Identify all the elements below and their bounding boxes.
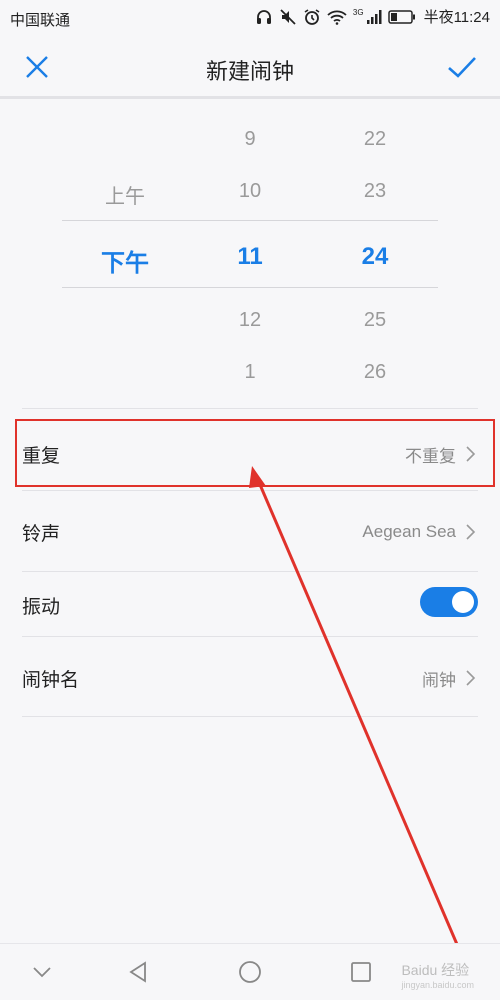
repeat-value: 不重复 — [405, 446, 456, 466]
picker-item[interactable]: 22 — [335, 128, 415, 151]
picker-item-selected[interactable]: 下午 — [85, 243, 165, 278]
picker-item[interactable]: 23 — [335, 180, 415, 203]
chevron-down-icon[interactable] — [28, 958, 56, 986]
vibrate-row: 振动 — [22, 569, 478, 641]
chevron-right-icon — [466, 670, 476, 686]
list-divider — [22, 490, 478, 491]
toggle-knob — [452, 591, 474, 613]
selection-line-bottom — [62, 287, 438, 288]
alarm-name-value: 闹钟 — [422, 670, 456, 690]
picker-item[interactable]: 上午 — [85, 180, 165, 209]
alarm-name-row[interactable]: 闹钟名 闹钟 — [22, 642, 478, 714]
ampm-wheel[interactable]: 上午 下午 — [85, 100, 165, 408]
mute-icon — [280, 8, 296, 25]
headphones-icon — [256, 9, 271, 24]
alarm-name-label: 闹钟名 — [22, 669, 80, 691]
vibrate-label: 振动 — [22, 596, 61, 618]
header-divider — [0, 96, 500, 99]
list-divider — [22, 636, 478, 637]
picker-item[interactable]: 25 — [335, 309, 415, 332]
selection-line-top — [62, 220, 438, 221]
watermark-text: Baidu 经验 — [401, 962, 470, 978]
home-icon[interactable] — [236, 958, 264, 986]
recents-icon[interactable] — [347, 958, 375, 986]
network-type: 3G — [352, 8, 364, 17]
picker-item[interactable]: 9 — [210, 128, 290, 151]
list-divider — [22, 408, 478, 409]
hour-wheel[interactable]: 9 10 11 12 1 — [210, 100, 290, 408]
wifi-icon — [327, 10, 347, 25]
top-bar: 新建闹钟 — [0, 36, 500, 96]
time-picker[interactable]: 上午 下午 9 10 11 12 1 22 23 24 25 26 — [0, 100, 500, 408]
picker-item-selected[interactable]: 24 — [335, 243, 415, 271]
list-divider — [22, 716, 478, 717]
ringtone-label: 铃声 — [22, 523, 61, 545]
status-bar: 中国联通 3G 半夜11:24 — [0, 0, 500, 36]
chevron-right-icon — [466, 524, 476, 540]
picker-item[interactable]: 1 — [210, 361, 290, 384]
picker-item[interactable]: 12 — [210, 309, 290, 332]
vibrate-toggle[interactable] — [420, 587, 478, 617]
watermark-subtext: jingyan.baidu.com — [401, 980, 474, 990]
picker-item[interactable]: 10 — [210, 180, 290, 203]
watermark: Baidu 经验 jingyan.baidu.com — [401, 960, 474, 990]
ringtone-value: Aegean Sea — [362, 522, 456, 541]
repeat-row[interactable]: 重复 不重复 — [22, 418, 478, 490]
chevron-right-icon — [466, 446, 476, 462]
page-title: 新建闹钟 — [205, 59, 294, 84]
picker-item-selected[interactable]: 11 — [210, 243, 290, 271]
alarm-icon — [304, 8, 320, 25]
signal-icon — [366, 9, 382, 24]
back-icon[interactable] — [125, 958, 153, 986]
checkmark-icon[interactable] — [446, 52, 478, 82]
minute-wheel[interactable]: 22 23 24 25 26 — [335, 100, 415, 408]
ringtone-row[interactable]: 铃声 Aegean Sea — [22, 496, 478, 568]
repeat-label: 重复 — [22, 445, 61, 467]
status-clock: 半夜11:24 — [423, 9, 490, 26]
status-icons: 3G 半夜11:24 — [255, 6, 490, 27]
battery-icon — [387, 9, 415, 24]
picker-item[interactable]: 26 — [335, 361, 415, 384]
carrier-name: 中国联通 — [10, 12, 71, 29]
